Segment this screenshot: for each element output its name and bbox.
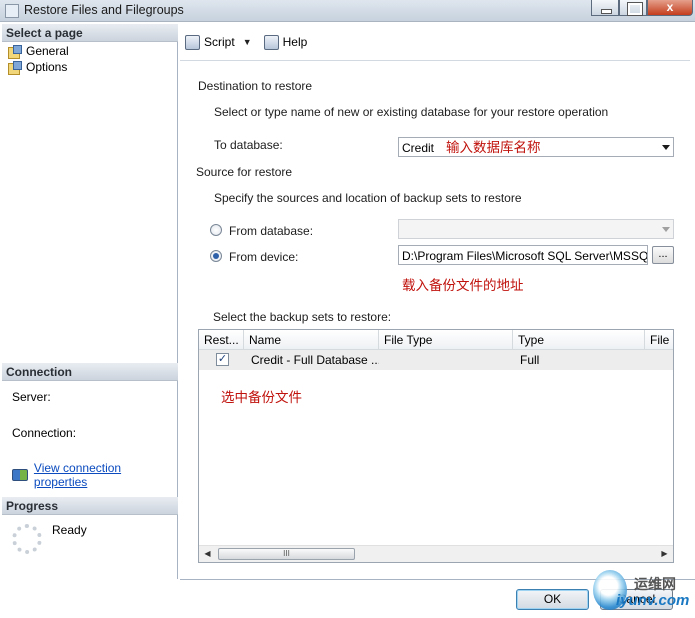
row-name-cell: Credit - Full Database ... xyxy=(251,353,379,367)
chevron-down-icon[interactable] xyxy=(662,227,670,232)
progress-status: Ready xyxy=(52,523,87,537)
column-header-restore[interactable]: Rest... xyxy=(199,330,244,350)
help-button[interactable]: Help xyxy=(263,34,308,50)
close-button[interactable]: x xyxy=(647,0,693,16)
script-label: Script xyxy=(204,35,235,49)
from-device-radio[interactable] xyxy=(210,250,222,262)
window-controls: x xyxy=(591,0,693,16)
left-pane: Select a page General Options Connection… xyxy=(2,24,178,579)
from-database-radio[interactable] xyxy=(210,224,222,236)
grid-header: Rest... Name File Type Type File L xyxy=(199,330,673,350)
table-row[interactable]: ✓ Credit - Full Database ... Full xyxy=(199,350,673,370)
page-item-general[interactable]: General xyxy=(8,44,69,59)
backup-sets-grid: Rest... Name File Type Type File L ✓ Cre… xyxy=(198,329,674,563)
browse-device-button[interactable]: ... xyxy=(652,246,674,264)
column-header-file-type[interactable]: File Type xyxy=(379,330,513,350)
horizontal-scrollbar[interactable]: ◀ III ▶ xyxy=(199,545,673,562)
to-database-value: Credit xyxy=(402,141,435,155)
source-section-label: Source for restore xyxy=(196,165,293,179)
window-title: Restore Files and Filegroups xyxy=(24,3,184,17)
annotation-db-name: 输入数据库名称 xyxy=(446,140,541,155)
watermark-domain: iyunv.com xyxy=(616,592,690,609)
row-type-cell: Full xyxy=(520,353,540,367)
watermark-text: 运维网 xyxy=(634,576,676,592)
page-item-label: Options xyxy=(26,60,68,74)
connection-label: Connection: xyxy=(12,426,77,440)
from-database-combobox[interactable] xyxy=(398,219,674,239)
script-button[interactable]: Script ▼ xyxy=(185,34,252,50)
chevron-down-icon[interactable] xyxy=(662,145,670,150)
destination-instruction: Select or type name of new or existing d… xyxy=(214,105,609,119)
column-header-file-location[interactable]: File L xyxy=(645,330,673,350)
scroll-left-arrow-icon[interactable]: ◀ xyxy=(199,546,216,562)
select-page-header: Select a page xyxy=(2,24,178,42)
connection-properties-icon xyxy=(12,469,28,481)
toolbar: Script ▼ Help xyxy=(180,28,690,56)
progress-spinner-icon xyxy=(12,524,42,554)
server-label: Server: xyxy=(12,390,51,404)
minimize-button[interactable] xyxy=(591,0,619,16)
view-connection-properties-link[interactable]: View connection properties xyxy=(34,461,177,489)
column-header-name[interactable]: Name xyxy=(244,330,379,350)
page-icon xyxy=(8,60,22,75)
column-header-type[interactable]: Type xyxy=(513,330,645,350)
window-icon xyxy=(5,4,19,18)
destination-section-label: Destination to restore xyxy=(198,79,313,93)
annotation-select-backup: 选中备份文件 xyxy=(221,390,302,405)
source-instruction: Specify the sources and location of back… xyxy=(214,191,522,205)
script-icon xyxy=(185,34,200,50)
restore-checkbox[interactable]: ✓ xyxy=(216,353,229,366)
toolbar-divider xyxy=(180,60,690,61)
page-item-options[interactable]: Options xyxy=(8,60,68,75)
ok-button[interactable]: OK xyxy=(516,589,589,610)
page-item-label: General xyxy=(26,44,69,58)
progress-header: Progress xyxy=(2,497,178,515)
to-database-label: To database: xyxy=(214,138,283,152)
title-bar: Restore Files and Filegroups x xyxy=(0,0,695,22)
help-icon xyxy=(263,34,279,50)
from-database-label: From database: xyxy=(229,224,314,238)
chevron-down-icon[interactable]: ▼ xyxy=(243,37,252,47)
connection-header: Connection xyxy=(2,363,178,381)
scroll-right-arrow-icon[interactable]: ▶ xyxy=(656,546,673,562)
annotation-backup-path: 载入备份文件的地址 xyxy=(402,278,524,293)
help-label: Help xyxy=(282,35,308,49)
from-device-value: D:\Program Files\Microsoft SQL Server\MS… xyxy=(402,249,648,263)
from-device-field[interactable]: D:\Program Files\Microsoft SQL Server\MS… xyxy=(398,245,648,265)
backup-sets-label: Select the backup sets to restore: xyxy=(213,310,392,324)
maximize-button[interactable] xyxy=(619,0,647,16)
row-file-type-cell xyxy=(381,350,511,370)
page-icon xyxy=(8,44,22,59)
scroll-thumb[interactable]: III xyxy=(218,548,355,560)
view-connection-row[interactable]: View connection properties xyxy=(12,461,177,489)
from-device-label: From device: xyxy=(229,250,299,264)
